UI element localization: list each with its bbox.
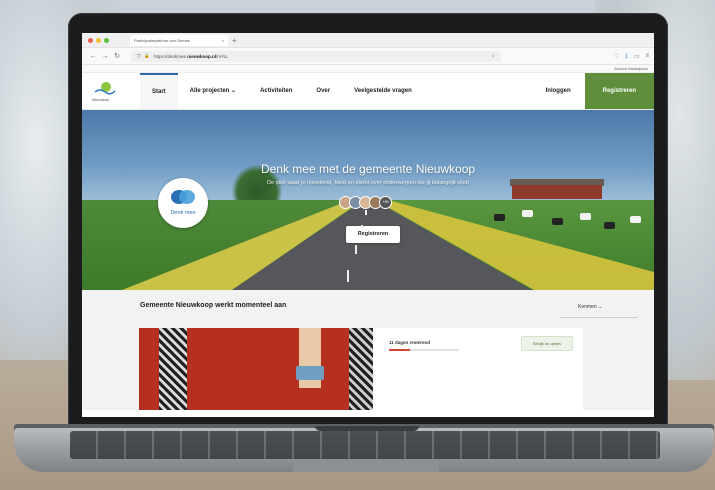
address-bar[interactable]: ⛉ 🔒 https://denkmee. nieuwkoop.nl/nl-NL ☆: [131, 50, 501, 62]
bookmarks-bar: Andere bladwijzers: [82, 65, 654, 73]
participant-avatars: +99: [339, 196, 392, 209]
logo-text: Nieuwkoop: [92, 98, 110, 102]
road-marking: [355, 245, 357, 254]
hero-subtitle: De plek waar je meedenkt, kiest en stemt…: [266, 180, 470, 186]
project-card-info: 11 dagen resterend Bekijk de opties: [373, 328, 583, 410]
image-sock: [296, 366, 324, 380]
url-prefix: https://denkmee.: [153, 53, 188, 59]
laptop-notch: [315, 426, 419, 431]
nav-about-label: Over: [316, 88, 331, 94]
site-header: Nieuwkoop Start Alle projecten ⌄ Activit…: [82, 73, 654, 110]
speech-bubbles-icon: [171, 190, 195, 204]
image-leg: [159, 328, 187, 410]
url-host: nieuwkoop.nl: [187, 53, 217, 59]
login-link[interactable]: Inloggen: [532, 88, 585, 94]
nav-start[interactable]: Start: [140, 73, 178, 109]
back-icon[interactable]: ←: [87, 53, 99, 60]
nav-start-label: Start: [152, 89, 166, 95]
nav-projects-label: Alle projecten: [189, 88, 230, 94]
nav-activities[interactable]: Activiteiten: [248, 73, 304, 109]
url-suffix: /nl-NL: [216, 53, 229, 59]
avatar-more-count: +99: [379, 196, 392, 209]
reload-icon[interactable]: ↻: [111, 52, 123, 60]
days-left: 11 dagen resterend: [389, 340, 431, 345]
sort-dropdown[interactable]: Kenmen ⌄: [578, 304, 602, 310]
nav-faq[interactable]: Veelgestelde vragen: [342, 73, 424, 109]
nav-activities-label: Activiteiten: [260, 88, 293, 94]
pocket-icon[interactable]: ♡: [614, 53, 619, 60]
laptop-keyboard: [70, 431, 660, 459]
star-icon[interactable]: ☆: [491, 53, 495, 59]
minimize-window-icon[interactable]: [96, 37, 101, 43]
hero-barn: [512, 185, 602, 199]
image-leg: [349, 328, 373, 410]
section-title: Gemeente Nieuwkoop werkt momenteel aan: [140, 302, 287, 309]
view-options-button[interactable]: Bekijk de opties: [521, 336, 573, 351]
lock-icon: 🔒: [144, 53, 150, 58]
browser-tab[interactable]: Participatieplatform van Gemee ×: [130, 34, 228, 46]
tab-close-icon[interactable]: ×: [222, 38, 224, 43]
sort-divider: [560, 317, 638, 318]
address-row: ← → ↻ ⛉ 🔒 https://denkmee. nieuwkoop.nl/n…: [82, 48, 654, 65]
extensions-icon[interactable]: ▭: [634, 53, 640, 60]
register-button[interactable]: Registreren: [584, 73, 654, 109]
cow: [580, 213, 591, 220]
close-window-icon[interactable]: [88, 37, 93, 43]
cow: [552, 218, 563, 225]
laptop-trackpad: [293, 462, 439, 472]
nieuwkoop-logo-icon: [94, 82, 116, 95]
badge-text: Denk mee: [170, 210, 196, 216]
site-logo[interactable]: Nieuwkoop: [82, 73, 140, 109]
chevron-down-icon: ⌄: [231, 88, 237, 94]
new-tab-icon[interactable]: +: [232, 36, 237, 45]
cow: [494, 214, 505, 221]
browser-tab-title: Participatieplatform van Gemee: [134, 37, 191, 43]
hero-register-button[interactable]: Registreren: [346, 226, 400, 243]
project-card-image[interactable]: [139, 328, 373, 410]
road-marking: [347, 270, 349, 282]
forward-icon[interactable]: →: [99, 53, 111, 60]
nav-faq-label: Veelgestelde vragen: [354, 88, 412, 94]
tab-bar: Participatieplatform van Gemee × +: [82, 33, 654, 48]
browser-window: Participatieplatform van Gemee × + ← → ↻…: [82, 33, 654, 417]
cow: [604, 222, 615, 229]
hero-title: Denk mee met de gemeente Nieuwkoop: [260, 162, 476, 176]
maximize-window-icon[interactable]: [104, 37, 109, 43]
download-icon[interactable]: ⤓: [625, 53, 628, 60]
projects-section: Gemeente Nieuwkoop werkt momenteel aan K…: [82, 290, 654, 410]
nav-about[interactable]: Over: [304, 73, 342, 109]
days-progress-bar: [389, 349, 459, 351]
road-marking: [365, 210, 367, 215]
days-progress-fill: [389, 349, 410, 351]
menu-icon[interactable]: ≡: [645, 53, 649, 59]
cow: [630, 216, 641, 223]
cow: [522, 210, 533, 217]
nav-projects[interactable]: Alle projecten ⌄: [178, 73, 248, 109]
bookmarks-folder[interactable]: Andere bladwijzers: [614, 66, 648, 71]
hero-banner: Denk mee Denk mee met de gemeente Nieuwk…: [82, 110, 654, 290]
shield-icon: ⛉: [137, 53, 141, 59]
toolbar-icons: ♡ ⤓ ▭ ≡: [614, 53, 649, 60]
